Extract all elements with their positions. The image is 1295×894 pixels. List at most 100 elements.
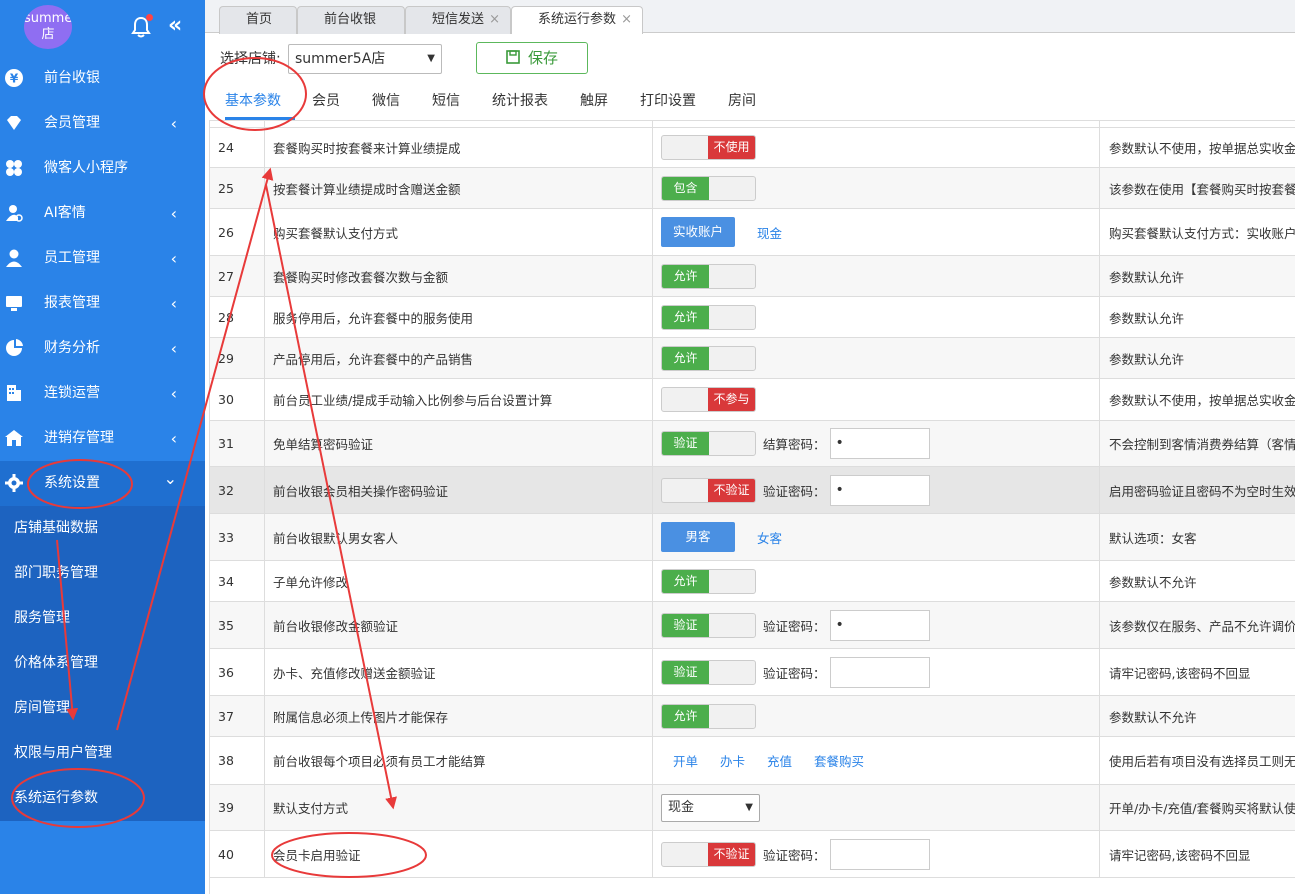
settings-tab[interactable]: 打印设置 xyxy=(640,90,696,120)
settings-tab[interactable]: 房间 xyxy=(728,90,756,120)
sidebar-item-label: 会员管理 xyxy=(44,115,100,131)
store-avatar[interactable]: summer5A店 xyxy=(24,5,72,49)
sidebar-item[interactable]: 员工管理 ‹ xyxy=(0,236,205,281)
page-tab-label: 短信发送 xyxy=(432,12,485,27)
param-name: 产品停用后，允许套餐中的产品销售 xyxy=(265,338,653,378)
password-input[interactable]: • xyxy=(829,609,930,641)
param-value-cell: 允许 xyxy=(653,561,1100,601)
save-button[interactable]: 保存 xyxy=(476,42,588,74)
table-cell xyxy=(210,121,265,127)
page-tab-home[interactable]: 首页 xyxy=(219,6,297,34)
payment-select[interactable]: 现金 ▼ xyxy=(661,793,760,822)
toggle-switch[interactable]: 允许 xyxy=(661,568,756,594)
submenu-item[interactable]: 房间管理 xyxy=(0,686,205,731)
table-row: 32 前台收银会员相关操作密码验证 不验证 验证密码： • 启用密码验证且密码不为空时生效 xyxy=(210,467,1295,514)
option-selected[interactable]: 男客 xyxy=(661,522,735,552)
option-link[interactable]: 开单 xyxy=(673,751,698,770)
sidebar-item[interactable]: 连锁运营 ‹ xyxy=(0,371,205,416)
param-value-cell: 验证 结算密码： • xyxy=(653,421,1100,466)
table-row: 36 办卡、充值修改赠送金额验证 验证 验证密码： 请牢记密码,该密码不回显 xyxy=(210,649,1295,696)
submenu-item[interactable]: 店铺基础数据 xyxy=(0,506,205,551)
toggle-switch[interactable]: 不验证 xyxy=(661,841,756,867)
settings-tab[interactable]: 基本参数 xyxy=(225,90,295,120)
toggle-switch[interactable]: 不验证 xyxy=(661,477,756,503)
sidebar-item[interactable]: 财务分析 ‹ xyxy=(0,326,205,371)
page-tab-sms[interactable]: 短信发送 × xyxy=(405,6,511,34)
param-value-cell: 现金 ▼ xyxy=(653,785,1100,830)
building-icon xyxy=(7,385,21,401)
toggle-switch[interactable]: 验证 xyxy=(661,659,756,685)
option-link[interactable]: 办卡 xyxy=(720,751,745,770)
row-number: 36 xyxy=(210,649,265,695)
save-button-label: 保存 xyxy=(527,49,558,67)
sidebar-item[interactable]: AI客情 ‹ xyxy=(0,191,205,236)
page-tab-system-params[interactable]: 系统运行参数 × xyxy=(511,6,643,34)
toggle-switch[interactable]: 包含 xyxy=(661,175,756,201)
table-row: 35 前台收银修改金额验证 验证 验证密码： • 该参数仅在服务、产品不允许调价时 xyxy=(210,602,1295,649)
sidebar-item[interactable]: 微客人小程序 xyxy=(0,146,205,191)
submenu-item[interactable]: 服务管理 xyxy=(0,596,205,641)
row-number: 39 xyxy=(210,785,265,830)
param-value-cell: 验证 验证密码： xyxy=(653,649,1100,695)
toggle-switch[interactable]: 允许 xyxy=(661,263,756,289)
row-number: 38 xyxy=(210,737,265,784)
param-value-cell: 允许 xyxy=(653,256,1100,296)
store-select[interactable]: summer5A店 ▼ xyxy=(288,44,442,74)
settings-tab[interactable]: 统计报表 xyxy=(492,90,548,120)
toggle-switch[interactable]: 允许 xyxy=(661,304,756,330)
password-input[interactable]: • xyxy=(829,428,930,459)
toggle-switch[interactable]: 允许 xyxy=(661,345,756,371)
row-number: 25 xyxy=(210,168,265,208)
sidebar-item[interactable]: ¥ 前台收银 xyxy=(0,56,205,101)
param-description: 参数默认不允许 xyxy=(1109,709,1197,725)
password-input[interactable] xyxy=(829,838,930,870)
sidebar-item[interactable]: 报表管理 ‹ xyxy=(0,281,205,326)
param-name: 前台收银每个项目必须有员工才能结算 xyxy=(265,737,653,784)
submenu-item[interactable]: 权限与用户管理 xyxy=(0,731,205,776)
sidebar-item-label: AI客情 xyxy=(44,205,86,221)
settings-tab[interactable]: 短信 xyxy=(432,90,460,120)
param-name: 服务停用后，允许套餐中的服务使用 xyxy=(265,297,653,337)
table-row: 25 按套餐计算业绩提成时含赠送金额 包含 该参数在使用【套餐购买时按套餐来 xyxy=(210,168,1295,209)
table-cell xyxy=(653,121,1100,127)
option-link[interactable]: 套餐购买 xyxy=(814,751,864,770)
sidebar-item-label: 微客人小程序 xyxy=(44,160,128,176)
toggle-switch[interactable]: 验证 xyxy=(661,431,756,456)
param-value-cell: 不参与 xyxy=(653,379,1100,420)
option-link[interactable]: 现金 xyxy=(757,223,782,242)
close-tab-icon[interactable]: × xyxy=(489,7,500,33)
page-tab-cashier[interactable]: 前台收银 xyxy=(297,6,405,34)
param-description: 参数默认不允许 xyxy=(1109,574,1197,590)
sidebar-item[interactable]: 会员管理 ‹ xyxy=(0,101,205,146)
toggle-switch[interactable]: 允许 xyxy=(661,703,756,729)
settings-tab[interactable]: 微信 xyxy=(372,90,400,120)
table-row: 40 会员卡启用验证 不验证 验证密码： 请牢记密码,该密码不回显 xyxy=(210,831,1295,878)
password-input[interactable] xyxy=(829,656,930,688)
sidebar-item[interactable]: 进销存管理 ‹ xyxy=(0,416,205,461)
submenu-item[interactable]: 系统运行参数 xyxy=(0,776,205,821)
param-value-cell: 允许 xyxy=(653,696,1100,736)
table-cell xyxy=(265,121,653,127)
sidebar-item[interactable]: 系统设置 ⌄ xyxy=(0,461,205,506)
toggle-switch[interactable]: 不参与 xyxy=(661,387,756,412)
collapse-sidebar-icon[interactable]: « xyxy=(168,14,182,38)
option-link[interactable]: 女客 xyxy=(757,528,782,547)
chevron-left-icon: ‹ xyxy=(170,249,177,268)
settings-tab[interactable]: 会员 xyxy=(312,90,340,120)
toggle-switch[interactable]: 不使用 xyxy=(661,135,756,160)
chevron-down-icon: ⌄ xyxy=(163,469,177,488)
close-tab-icon[interactable]: × xyxy=(621,7,632,33)
option-selected[interactable]: 实收账户 xyxy=(661,217,735,247)
toggle-switch[interactable]: 验证 xyxy=(661,612,756,638)
params-table: 24 套餐购买时按套餐来计算业绩提成 不使用 参数默认不使用，按单据总实收金额 25 按套… xyxy=(209,120,1295,894)
settings-tab[interactable]: 触屏 xyxy=(580,90,608,120)
password-input[interactable]: • xyxy=(829,474,930,506)
page-tab-label: 系统运行参数 xyxy=(538,12,617,27)
user-search-icon xyxy=(6,205,23,222)
row-number: 29 xyxy=(210,338,265,378)
option-link[interactable]: 充值 xyxy=(767,751,792,770)
param-value-cell: 允许 xyxy=(653,338,1100,378)
page-tab-label: 首页 xyxy=(246,12,273,27)
submenu-item[interactable]: 部门职务管理 xyxy=(0,551,205,596)
submenu-item[interactable]: 价格体系管理 xyxy=(0,641,205,686)
